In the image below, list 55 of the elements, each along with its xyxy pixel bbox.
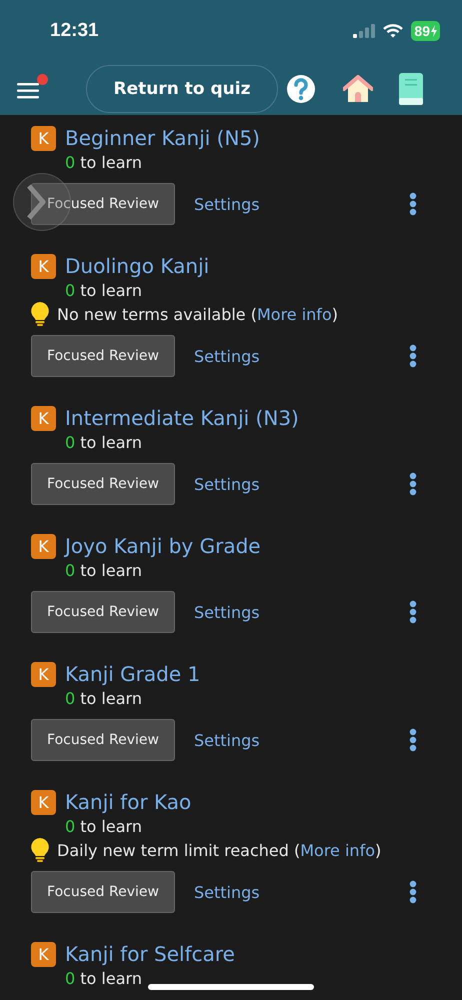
deck-title[interactable]: Beginner Kanji (N5) [65, 126, 260, 150]
menu-icon [17, 81, 39, 99]
deck-badge: K [31, 126, 56, 150]
home-icon[interactable] [343, 74, 373, 102]
to-learn-count: 0 to learn [65, 152, 142, 174]
more-info-link[interactable]: More info [300, 840, 375, 860]
lightbulb-icon [31, 838, 49, 862]
more-options-icon[interactable] [408, 472, 418, 496]
chevron-right-icon [26, 184, 46, 220]
lightbulb-icon [31, 302, 49, 326]
to-learn-count: 0 to learn [65, 688, 142, 710]
settings-link[interactable]: Settings [194, 602, 260, 622]
tip-text: No new terms available (More info) [57, 304, 338, 324]
settings-link[interactable]: Settings [194, 882, 260, 902]
focused-review-button[interactable]: Focused Review [31, 463, 175, 505]
more-options-icon[interactable] [408, 344, 418, 368]
tip-text: Daily new term limit reached (More info) [57, 840, 382, 860]
focused-review-button[interactable]: Focused Review [31, 335, 175, 377]
deck-title[interactable]: Intermediate Kanji (N3) [65, 406, 299, 430]
more-options-icon[interactable] [408, 728, 418, 752]
deck-badge: K [31, 790, 56, 814]
deck-title[interactable]: Kanji Grade 1 [65, 662, 200, 686]
settings-link[interactable]: Settings [194, 194, 260, 214]
deck-title[interactable]: Kanji for Selfcare [65, 942, 235, 966]
to-learn-count: 0 to learn [65, 816, 142, 838]
focused-review-button[interactable]: Focused Review [31, 591, 175, 633]
deck-title[interactable]: Kanji for Kao [65, 790, 192, 814]
settings-link[interactable]: Settings [194, 730, 260, 750]
deck-badge: K [31, 406, 56, 430]
battery-indicator: 89 [411, 21, 440, 41]
to-learn-count: 0 to learn [65, 280, 142, 302]
more-options-icon[interactable] [408, 880, 418, 904]
wifi-icon [383, 24, 404, 38]
to-learn-count: 0 to learn [65, 432, 142, 454]
help-icon[interactable] [286, 74, 316, 104]
book-icon[interactable] [399, 72, 423, 104]
return-to-quiz-button[interactable]: Return to quiz [86, 64, 278, 112]
settings-link[interactable]: Settings [194, 346, 260, 366]
more-info-link[interactable]: More info [256, 304, 332, 324]
focused-review-button[interactable]: Focused Review [31, 183, 175, 225]
deck-badge: K [31, 662, 56, 686]
more-options-icon[interactable] [408, 600, 418, 624]
status-time: 12:31 [50, 20, 99, 42]
to-learn-count: 0 to learn [65, 968, 142, 990]
settings-link[interactable]: Settings [194, 474, 260, 494]
deck-badge: K [31, 254, 56, 278]
deck-badge: K [31, 534, 56, 558]
focused-review-button[interactable]: Focused Review [31, 719, 175, 761]
deck-title[interactable]: Duolingo Kanji [65, 254, 210, 278]
signal-icon [353, 24, 376, 38]
deck-title[interactable]: Joyo Kanji by Grade [65, 534, 261, 558]
to-learn-count: 0 to learn [65, 560, 142, 582]
deck-badge: K [31, 942, 56, 966]
focused-review-button[interactable]: Focused Review [31, 871, 175, 913]
more-options-icon[interactable] [408, 192, 418, 216]
